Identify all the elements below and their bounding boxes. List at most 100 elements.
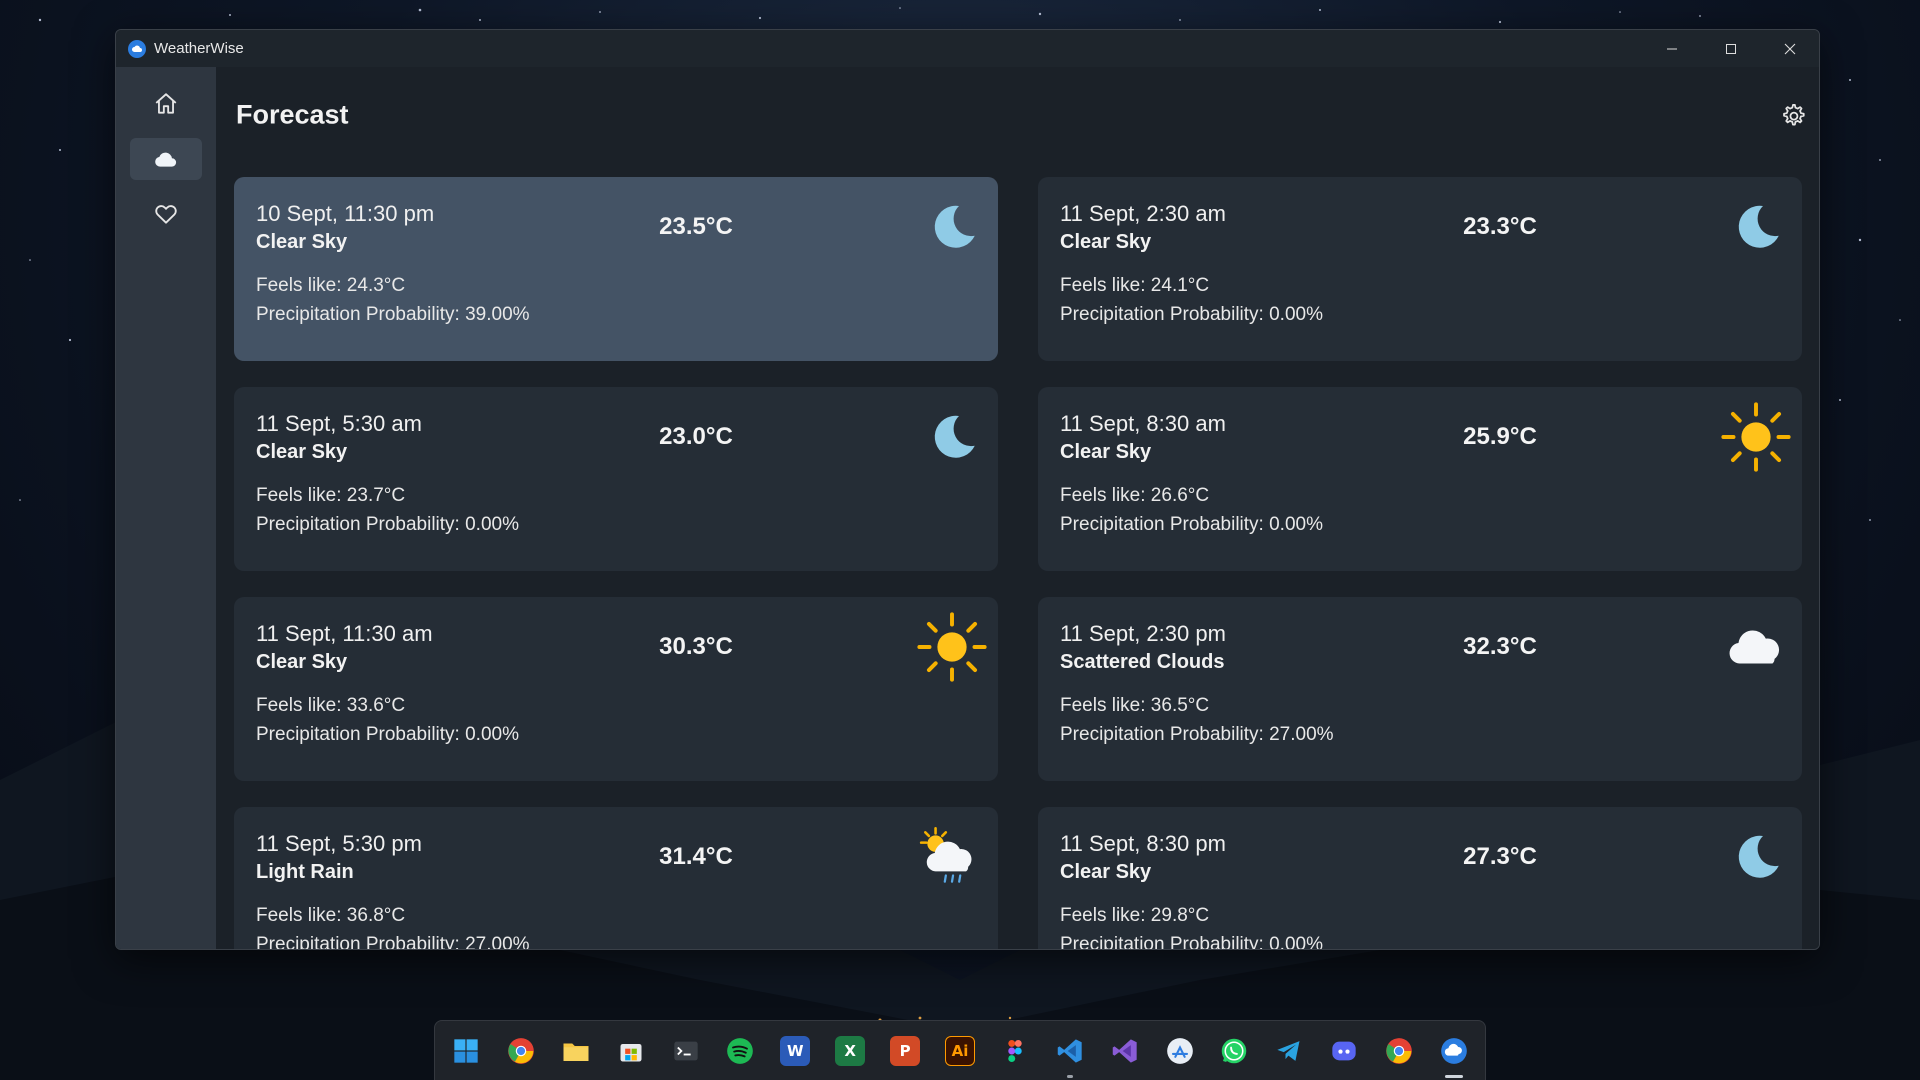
forecast-feels-like: Feels like: 26.6°C — [1060, 485, 1210, 506]
forecast-precipitation: Precipitation Probability: 39.00% — [256, 304, 530, 325]
taskbar-word[interactable]: W — [776, 1032, 814, 1070]
forecast-feels-like: Feels like: 23.7°C — [256, 485, 406, 506]
taskbar-app-store[interactable] — [1161, 1032, 1199, 1070]
taskbar-weatherwise[interactable] — [1435, 1032, 1473, 1078]
weatherwise-logo-icon — [128, 39, 146, 58]
taskbar-terminal[interactable] — [667, 1032, 705, 1070]
forecast-card[interactable]: 10 Sept, 11:30 pm Clear Sky 23.5°C Feels… — [234, 177, 998, 361]
forecast-precipitation: Precipitation Probability: 0.00% — [1060, 304, 1323, 325]
moon-icon — [1718, 195, 1794, 259]
forecast-condition: Light Rain — [256, 861, 354, 883]
maximize-button[interactable] — [1701, 30, 1760, 67]
taskbar-discord[interactable] — [1325, 1032, 1363, 1070]
vscode-icon — [1055, 1036, 1085, 1066]
forecast-card[interactable]: 11 Sept, 2:30 pm Scattered Clouds 32.3°C… — [1038, 597, 1802, 781]
main-content: Forecast 10 Sept, 11:30 pm Clear Sky 23.… — [216, 67, 1819, 949]
title-bar[interactable]: WeatherWise — [116, 30, 1819, 67]
taskbar-excel[interactable]: X — [831, 1032, 869, 1070]
forecast-condition: Clear Sky — [256, 441, 348, 463]
illustrator-icon: Ai — [944, 1035, 975, 1066]
telegram-icon — [1274, 1036, 1304, 1066]
taskbar-figma[interactable] — [996, 1032, 1034, 1070]
minimize-icon — [1666, 48, 1677, 49]
forecast-condition: Scattered Clouds — [1060, 651, 1225, 673]
forecast-temperature: 27.3°C — [1463, 843, 1537, 870]
forecast-temperature: 23.5°C — [659, 213, 733, 240]
close-icon — [1784, 43, 1795, 54]
sidebar-item-favorites[interactable] — [130, 193, 202, 235]
terminal-icon — [671, 1036, 701, 1066]
forecast-card[interactable]: 11 Sept, 8:30 pm Clear Sky 27.3°C Feels … — [1038, 807, 1802, 950]
forecast-date: 11 Sept, 11:30 am — [256, 621, 433, 646]
forecast-card[interactable]: 11 Sept, 5:30 am Clear Sky 23.0°C Feels … — [234, 387, 998, 571]
powerpoint-icon: P — [890, 1035, 921, 1066]
store-icon — [616, 1036, 646, 1066]
sidebar-item-forecast[interactable] — [130, 138, 202, 180]
forecast-feels-like: Feels like: 24.1°C — [1060, 275, 1210, 296]
running-indicator — [1066, 1074, 1073, 1078]
taskbar-chrome[interactable] — [1380, 1032, 1418, 1070]
chrome-beta-icon — [506, 1036, 536, 1066]
forecast-card[interactable]: 11 Sept, 2:30 am Clear Sky 23.3°C Feels … — [1038, 177, 1802, 361]
weatherwise-icon — [1439, 1036, 1469, 1066]
forecast-card[interactable]: 11 Sept, 8:30 am Clear Sky 25.9°C Feels … — [1038, 387, 1802, 571]
taskbar-chrome-beta[interactable] — [502, 1032, 540, 1070]
moon-icon — [914, 195, 990, 259]
spotify-icon — [725, 1036, 755, 1066]
forecast-condition: Clear Sky — [256, 231, 348, 253]
forecast-date: 11 Sept, 8:30 am — [1060, 411, 1226, 436]
forecast-precipitation: Precipitation Probability: 0.00% — [1060, 514, 1323, 535]
app-window: WeatherWise Forecast 10 Sept, 11:30 pm C… — [115, 29, 1820, 950]
taskbar-spotify[interactable] — [721, 1032, 759, 1070]
gear-icon — [1783, 104, 1805, 126]
taskbar-whatsapp[interactable] — [1216, 1032, 1254, 1070]
forecast-precipitation: Precipitation Probability: 0.00% — [256, 514, 519, 535]
taskbar-visual-studio[interactable] — [1106, 1032, 1144, 1070]
forecast-temperature: 30.3°C — [659, 633, 733, 660]
forecast-date: 11 Sept, 2:30 am — [1060, 201, 1226, 226]
moon-icon — [1718, 825, 1794, 889]
forecast-condition: Clear Sky — [1060, 441, 1152, 463]
running-indicator — [1445, 1074, 1463, 1078]
sidebar-item-home[interactable] — [130, 83, 202, 125]
cloud-icon — [1718, 615, 1794, 679]
minimize-button[interactable] — [1642, 30, 1701, 67]
figma-icon — [1000, 1036, 1030, 1066]
forecast-date: 10 Sept, 11:30 pm — [256, 201, 435, 226]
visual-studio-icon — [1110, 1036, 1140, 1066]
forecast-card[interactable]: 11 Sept, 11:30 am Clear Sky 30.3°C Feels… — [234, 597, 998, 781]
taskbar-telegram[interactable] — [1270, 1032, 1308, 1070]
heart-icon — [155, 205, 177, 224]
taskbar: W X P Ai — [434, 1020, 1486, 1080]
forecast-temperature: 25.9°C — [1463, 423, 1537, 450]
forecast-precipitation: Precipitation Probability: 27.00% — [256, 934, 530, 950]
forecast-feels-like: Feels like: 36.5°C — [1060, 695, 1210, 716]
forecast-date: 11 Sept, 8:30 pm — [1060, 831, 1226, 856]
forecast-precipitation: Precipitation Probability: 0.00% — [256, 724, 519, 745]
forecast-precipitation: Precipitation Probability: 27.00% — [1060, 724, 1334, 745]
forecast-condition: Clear Sky — [1060, 861, 1152, 883]
taskbar-start-menu[interactable] — [447, 1032, 485, 1070]
close-button[interactable] — [1760, 30, 1819, 67]
whatsapp-icon — [1219, 1036, 1249, 1066]
forecast-feels-like: Feels like: 29.8°C — [1060, 905, 1210, 926]
taskbar-file-explorer[interactable] — [557, 1032, 595, 1070]
forecast-card[interactable]: 11 Sept, 5:30 pm Light Rain 31.4°C Feels… — [234, 807, 998, 950]
forecast-feels-like: Feels like: 33.6°C — [256, 695, 406, 716]
folder-icon — [561, 1036, 591, 1066]
taskbar-powerpoint[interactable]: P — [886, 1032, 924, 1070]
forecast-condition: Clear Sky — [256, 651, 348, 673]
discord-icon — [1329, 1036, 1359, 1066]
taskbar-vs-code[interactable] — [1051, 1032, 1089, 1078]
window-controls — [1642, 30, 1819, 67]
forecast-date: 11 Sept, 5:30 am — [256, 411, 422, 436]
taskbar-illustrator[interactable]: Ai — [941, 1032, 979, 1070]
forecast-temperature: 31.4°C — [659, 843, 733, 870]
forecast-date: 11 Sept, 2:30 pm — [1060, 621, 1226, 646]
settings-button[interactable] — [1777, 100, 1809, 132]
window-title: WeatherWise — [154, 40, 244, 57]
cloud-icon — [155, 152, 177, 167]
forecast-feels-like: Feels like: 24.3°C — [256, 275, 406, 296]
forecast-precipitation: Precipitation Probability: 0.00% — [1060, 934, 1323, 950]
taskbar-microsoft-store[interactable] — [612, 1032, 650, 1070]
